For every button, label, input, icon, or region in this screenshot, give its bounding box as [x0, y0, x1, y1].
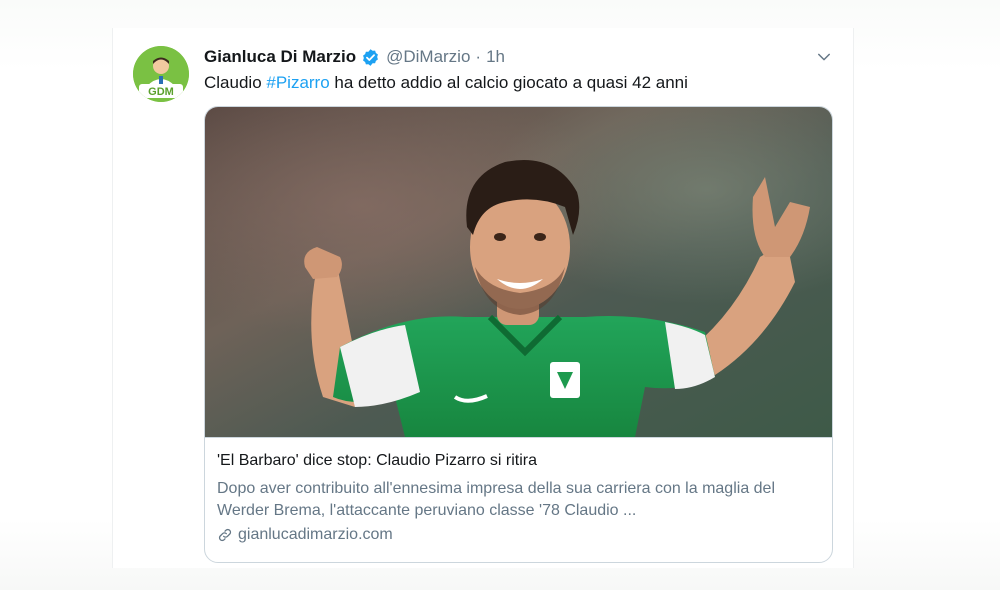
card-body: 'El Barbaro' dice stop: Claudio Pizarro …	[205, 437, 832, 562]
tweet-text: Claudio #Pizarro ha detto addio al calci…	[204, 73, 688, 93]
display-name[interactable]: Gianluca Di Marzio	[204, 47, 356, 67]
hashtag-link[interactable]: #Pizarro	[266, 73, 329, 92]
timestamp[interactable]: 1h	[486, 47, 505, 67]
user-handle[interactable]: @DiMarzio	[386, 47, 470, 67]
card-domain: gianlucadimarzio.com	[238, 526, 393, 543]
chevron-down-icon[interactable]	[815, 48, 833, 66]
separator-dot: ·	[475, 47, 482, 66]
card-image	[205, 107, 832, 437]
tweet-text-before: Claudio	[204, 73, 267, 92]
tweet-text-after: ha detto addio al calcio giocato a quasi…	[329, 73, 688, 92]
tweet-header: Gianluca Di Marzio @DiMarzio · 1h	[204, 45, 505, 69]
link-preview-card[interactable]: 'El Barbaro' dice stop: Claudio Pizarro …	[204, 106, 833, 563]
card-domain-link[interactable]: gianlucadimarzio.com	[217, 526, 820, 544]
avatar-logo-text: GDM	[148, 86, 174, 98]
card-description: Dopo aver contribuito all'ennesima impre…	[217, 480, 776, 519]
card-title[interactable]: 'El Barbaro' dice stop: Claudio Pizarro …	[217, 452, 820, 470]
avatar[interactable]: GDM	[133, 46, 189, 102]
link-icon	[218, 528, 232, 542]
tweet[interactable]: GDM Gianluca Di Marzio @DiMarzio · 1h Cl…	[112, 28, 854, 568]
verified-badge-icon	[363, 48, 379, 66]
